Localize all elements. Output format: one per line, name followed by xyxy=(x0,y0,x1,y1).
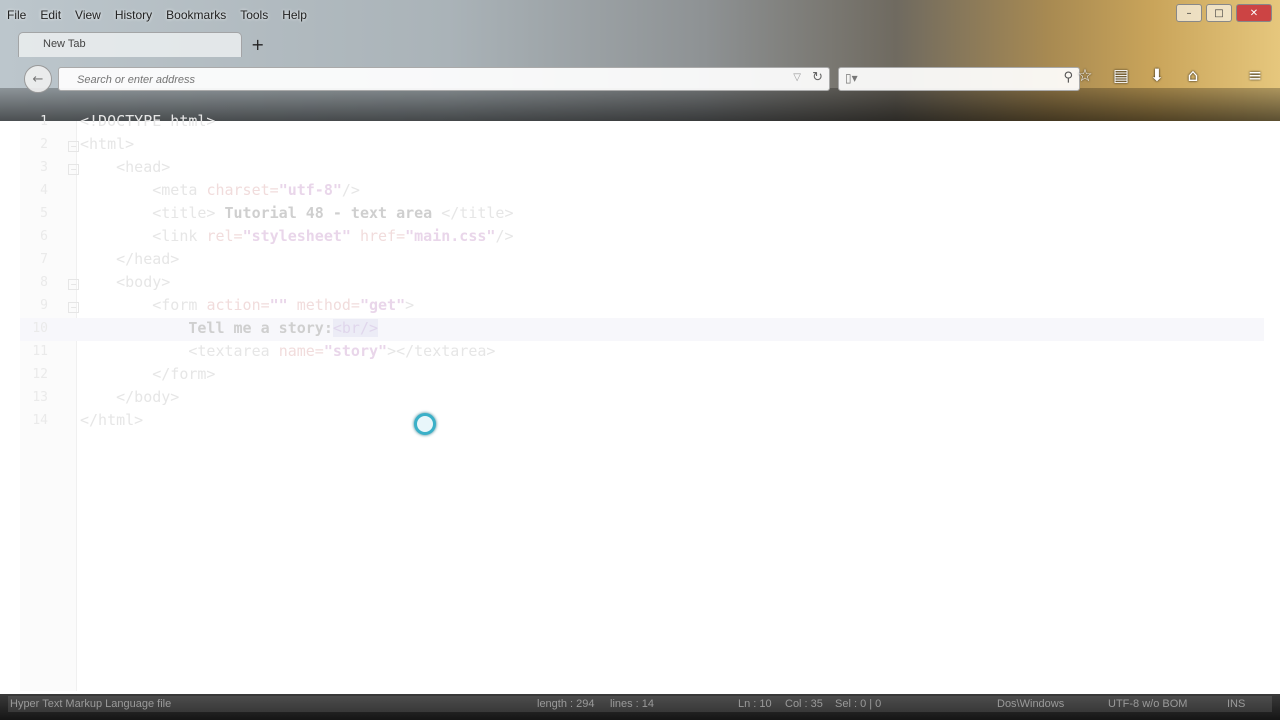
new-tab-button[interactable]: + xyxy=(251,35,264,54)
tab-new-tab[interactable]: New Tab xyxy=(18,32,242,57)
line-number: 11 xyxy=(32,344,48,359)
menu-tools[interactable]: Tools xyxy=(233,8,275,22)
code-text: <form action="" method="get"> xyxy=(152,296,415,314)
code-text: </body> xyxy=(116,388,180,406)
code-line[interactable]: 1 <!DOCTYPE html> xyxy=(20,111,1264,134)
toolbar-icons: ☆ ▤ ⬇ ⌂ ≡ xyxy=(1074,66,1266,86)
status-mode: INS xyxy=(1227,698,1246,710)
back-button[interactable]: ← xyxy=(24,65,52,93)
line-number: 5 xyxy=(40,206,48,221)
history-dropdown-icon[interactable]: ▽ xyxy=(793,72,801,83)
code-line[interactable]: 3 − <head> xyxy=(20,157,1264,180)
bookmark-star-icon[interactable]: ☆ xyxy=(1074,66,1096,86)
search-bar[interactable]: ▯▾ ⚲ xyxy=(838,67,1080,91)
status-file-type: Hyper Text Markup Language file xyxy=(10,698,172,710)
fold-toggle-icon[interactable]: − xyxy=(68,302,79,313)
code-text: <meta charset="utf-8"/> xyxy=(152,181,360,199)
line-number: 1 xyxy=(40,114,48,129)
code-text: <title> Tutorial 48 - text area </title> xyxy=(152,204,514,222)
fold-toggle-icon[interactable]: − xyxy=(68,164,79,175)
address-bar: ▽ ↻ xyxy=(58,67,830,92)
reload-icon[interactable]: ↻ xyxy=(812,70,823,85)
search-icon[interactable]: ⚲ xyxy=(1063,70,1073,85)
hamburger-menu-icon[interactable]: ≡ xyxy=(1244,66,1266,86)
tab-label: New Tab xyxy=(43,38,86,50)
status-ln: Ln : 10 xyxy=(738,698,772,710)
status-lines: lines : 14 xyxy=(610,698,655,710)
line-number: 13 xyxy=(32,390,48,405)
code-text: <html> xyxy=(80,135,135,153)
status-eol: Dos\Windows xyxy=(997,698,1065,710)
line-number: 4 xyxy=(40,183,48,198)
line-number: 8 xyxy=(40,275,48,290)
code-text: <!DOCTYPE html> xyxy=(80,112,216,130)
menu-help[interactable]: Help xyxy=(275,8,314,22)
code-text: </head> xyxy=(116,250,180,268)
code-line[interactable]: 14 </html> xyxy=(20,410,1264,433)
navigation-bar: ← ▽ ↻ ▯▾ ⚲ ☆ ▤ ⬇ ⌂ ≡ xyxy=(14,64,1266,93)
code-line[interactable]: 12 </form> xyxy=(20,364,1264,387)
close-button[interactable]: ✕ xyxy=(1236,4,1272,22)
fold-toggle-icon[interactable]: − xyxy=(68,279,79,290)
line-number: 2 xyxy=(40,137,48,152)
code-line[interactable]: 7 </head> xyxy=(20,249,1264,272)
status-bar: Hyper Text Markup Language file length :… xyxy=(0,694,1280,720)
line-number: 3 xyxy=(40,160,48,175)
code-line[interactable]: 2 − <html> xyxy=(20,134,1264,157)
download-icon[interactable]: ⬇ xyxy=(1146,66,1168,86)
menu-edit[interactable]: Edit xyxy=(33,8,68,22)
line-number: 7 xyxy=(40,252,48,267)
maximize-button[interactable]: □ xyxy=(1206,4,1232,22)
menu-view[interactable]: View xyxy=(68,8,108,22)
code-line[interactable]: 8 − <body> xyxy=(20,272,1264,295)
menu-history[interactable]: History xyxy=(108,8,159,22)
line-number: 10 xyxy=(32,321,48,336)
line-number: 6 xyxy=(40,229,48,244)
code-text: Tell me a story:<br/> xyxy=(188,319,379,337)
search-engine-icon[interactable]: ▯▾ xyxy=(845,71,858,85)
code-text: </form> xyxy=(152,365,216,383)
minimize-button[interactable]: – xyxy=(1176,4,1202,22)
code-text: <link rel="stylesheet" href="main.css"/> xyxy=(152,227,514,245)
code-text: <body> xyxy=(116,273,171,291)
menu-bar: File Edit View History Bookmarks Tools H… xyxy=(0,6,314,24)
code-line[interactable]: 13 </body> xyxy=(20,387,1264,410)
code-line[interactable]: 6 <link rel="stylesheet" href="main.css"… xyxy=(20,226,1264,249)
address-input[interactable] xyxy=(75,68,759,92)
code-text: <head> xyxy=(116,158,171,176)
home-icon[interactable]: ⌂ xyxy=(1182,66,1204,86)
code-text: <textarea name="story"></textarea> xyxy=(188,342,496,360)
code-line[interactable]: 11 <textarea name="story"></textarea> xyxy=(20,341,1264,364)
window-controls: – □ ✕ xyxy=(1176,4,1272,22)
fold-toggle-icon[interactable]: − xyxy=(68,141,79,152)
line-number: 12 xyxy=(32,367,48,382)
menu-file[interactable]: File xyxy=(0,8,33,22)
menu-bookmarks[interactable]: Bookmarks xyxy=(159,8,233,22)
status-encoding: UTF-8 w/o BOM xyxy=(1108,698,1188,710)
code-line[interactable]: 9 − <form action="" method="get"> xyxy=(20,295,1264,318)
status-sel: Sel : 0 | 0 xyxy=(835,698,882,710)
code-line[interactable]: 4 <meta charset="utf-8"/> xyxy=(20,180,1264,203)
code-editor[interactable]: 1 <!DOCTYPE html> 2− <html> 3− <head> 4 <meta… xyxy=(20,112,1264,691)
line-number: 9 xyxy=(40,298,48,313)
code-line[interactable]: 10 Tell me a story:<br/> xyxy=(20,318,1264,341)
code-line[interactable]: 5 <title> Tutorial 48 - text area </titl… xyxy=(20,203,1264,226)
busy-cursor-icon xyxy=(414,413,436,435)
status-length: length : 294 xyxy=(537,698,595,710)
line-number: 14 xyxy=(32,413,48,428)
code-text: </html> xyxy=(80,411,144,429)
status-col: Col : 35 xyxy=(785,698,823,710)
bookmarks-list-icon[interactable]: ▤ xyxy=(1110,66,1132,86)
